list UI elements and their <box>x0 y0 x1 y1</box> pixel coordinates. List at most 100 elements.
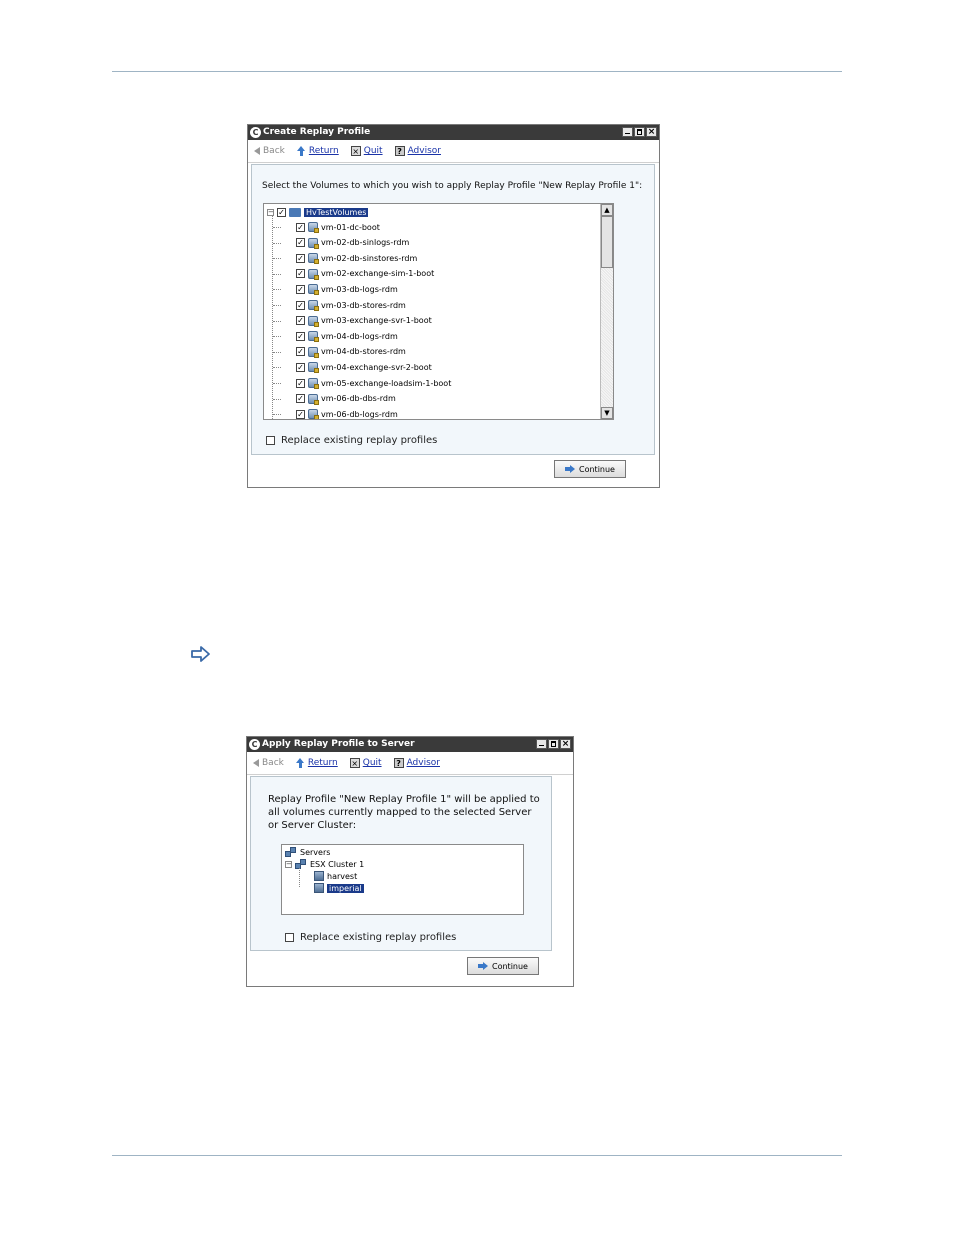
dialog-title: Apply Replay Profile to Server <box>262 739 415 749</box>
volume-label: vm-06-db-dbs-rdm <box>321 394 396 404</box>
back-button[interactable]: Back <box>253 758 284 768</box>
volume-checkbox[interactable]: ✓ <box>296 316 305 326</box>
title-bar[interactable]: C Apply Replay Profile to Server × <box>247 737 573 752</box>
return-link[interactable]: Return <box>309 146 339 156</box>
advisor-help-icon: ? <box>393 758 404 768</box>
volume-icon <box>308 284 319 296</box>
quit-link[interactable]: Quit <box>364 146 383 156</box>
quit-link[interactable]: Quit <box>363 758 382 768</box>
tree-branch-line <box>273 273 281 275</box>
volume-row[interactable]: ✓ vm-03-exchange-svr-1-boot <box>296 314 432 328</box>
volume-checkbox[interactable]: ✓ <box>296 347 305 357</box>
volume-row[interactable]: ✓ vm-06-db-dbs-rdm <box>296 392 396 406</box>
minimize-button[interactable] <box>622 127 633 137</box>
continue-arrow-icon <box>565 465 575 473</box>
volume-tree[interactable]: − ✓ HvTestVolumes ✓ vm-01-dc-boot ✓ vm-02-d… <box>263 203 614 420</box>
scroll-down-button[interactable]: ▼ <box>601 407 613 419</box>
volume-checkbox[interactable]: ✓ <box>296 394 305 404</box>
volume-checkbox[interactable]: ✓ <box>296 269 305 279</box>
back-arrow-icon <box>253 759 259 767</box>
folder-icon <box>289 207 301 217</box>
volume-label: vm-02-db-sinlogs-rdm <box>321 238 410 248</box>
root-checkbox[interactable]: ✓ <box>277 207 286 217</box>
collapse-icon[interactable]: − <box>285 860 292 868</box>
replace-profiles-label: Replace existing replay profiles <box>300 932 457 943</box>
volume-row[interactable]: ✓ vm-01-dc-boot <box>296 220 380 234</box>
scroll-up-button[interactable]: ▲ <box>601 204 613 216</box>
root-label: HvTestVolumes <box>304 207 369 217</box>
volume-label: vm-01-dc-boot <box>321 222 380 232</box>
minimize-button[interactable] <box>536 739 547 749</box>
tree-branch-line <box>273 258 281 260</box>
close-button[interactable]: × <box>560 739 571 749</box>
back-arrow-icon <box>254 147 260 155</box>
volume-icon <box>308 268 319 280</box>
replace-profiles-checkbox[interactable] <box>266 436 275 445</box>
advisor-link[interactable]: Advisor <box>408 146 441 156</box>
tree-server-imperial[interactable]: imperial <box>314 881 364 895</box>
scroll-thumb[interactable] <box>601 216 613 268</box>
quit-button[interactable]: × Quit <box>350 146 383 156</box>
title-bar[interactable]: C Create Replay Profile × <box>248 125 659 140</box>
advisor-button[interactable]: ? Advisor <box>394 146 441 156</box>
collapse-icon[interactable]: − <box>267 208 274 216</box>
vertical-scrollbar[interactable]: ▲ ▼ <box>600 204 613 419</box>
toolbar: Back Return × Quit ? Advisor <box>248 140 659 163</box>
quit-icon: × <box>349 758 360 768</box>
tree-branch-line <box>273 320 281 322</box>
back-button[interactable]: Back <box>254 146 285 156</box>
volume-icon <box>308 315 319 327</box>
volume-icon <box>308 362 319 374</box>
server-icon <box>314 883 324 893</box>
continue-arrow-icon <box>478 962 488 970</box>
volume-checkbox[interactable]: ✓ <box>296 222 305 232</box>
volume-row[interactable]: ✓ vm-03-db-stores-rdm <box>296 298 406 312</box>
tree-branch-line <box>273 305 281 306</box>
footer-rule <box>112 1155 842 1156</box>
replace-profiles-option[interactable]: Replace existing replay profiles <box>285 932 456 943</box>
app-logo-icon: C <box>250 127 261 138</box>
advisor-link[interactable]: Advisor <box>407 758 440 768</box>
volume-row[interactable]: ✓ vm-05-exchange-loadsim-1-boot <box>296 376 451 390</box>
volume-checkbox[interactable]: ✓ <box>296 253 305 263</box>
volume-row[interactable]: ✓ vm-04-db-stores-rdm <box>296 345 406 359</box>
volume-label: vm-02-exchange-sim-1-boot <box>321 269 435 279</box>
volume-row[interactable]: ✓ vm-02-db-sinlogs-rdm <box>296 236 409 250</box>
tree-branch-line <box>273 351 281 353</box>
replace-profiles-label: Replace existing replay profiles <box>281 435 438 446</box>
volume-row[interactable]: ✓ vm-03-db-logs-rdm <box>296 282 398 296</box>
volume-row[interactable]: ✓ vm-04-db-logs-rdm <box>296 329 398 343</box>
tree-guide-line <box>272 216 273 419</box>
maximize-button[interactable] <box>548 739 559 749</box>
return-button[interactable]: Return <box>295 758 338 768</box>
quit-button[interactable]: × Quit <box>349 758 382 768</box>
close-button[interactable]: × <box>646 127 657 137</box>
maximize-button[interactable] <box>634 127 645 137</box>
replace-profiles-checkbox[interactable] <box>285 933 294 942</box>
tree-branch-line <box>273 336 281 338</box>
header-rule <box>112 71 842 72</box>
volume-row[interactable]: ✓ vm-02-exchange-sim-1-boot <box>296 267 434 281</box>
volume-checkbox[interactable]: ✓ <box>296 331 305 341</box>
return-button[interactable]: Return <box>296 146 339 156</box>
return-link[interactable]: Return <box>308 758 338 768</box>
volume-label: vm-04-db-logs-rdm <box>321 331 398 341</box>
volume-checkbox[interactable]: ✓ <box>296 362 305 372</box>
volume-checkbox[interactable]: ✓ <box>296 409 305 419</box>
volume-row[interactable]: ✓ vm-06-db-logs-rdm <box>296 407 398 419</box>
advisor-button[interactable]: ? Advisor <box>393 758 440 768</box>
continue-button[interactable]: Continue <box>554 460 626 478</box>
volume-checkbox[interactable]: ✓ <box>296 284 305 294</box>
server-tree[interactable]: Servers − ESX Cluster 1 harvest imperial <box>281 844 524 915</box>
tree-root-row[interactable]: − ✓ HvTestVolumes <box>267 205 369 219</box>
volume-checkbox[interactable]: ✓ <box>296 378 305 388</box>
volume-checkbox[interactable]: ✓ <box>296 238 305 248</box>
volume-row[interactable]: ✓ vm-02-db-sinstores-rdm <box>296 251 417 265</box>
volume-icon <box>308 253 319 265</box>
replace-profiles-option[interactable]: Replace existing replay profiles <box>266 435 437 446</box>
continue-button[interactable]: Continue <box>467 957 539 975</box>
volume-checkbox[interactable]: ✓ <box>296 300 305 310</box>
instruction-text: Replay Profile "New Replay Profile 1" wi… <box>268 794 540 831</box>
volume-row[interactable]: ✓ vm-04-exchange-svr-2-boot <box>296 360 432 374</box>
dialog-title: Create Replay Profile <box>263 127 371 137</box>
